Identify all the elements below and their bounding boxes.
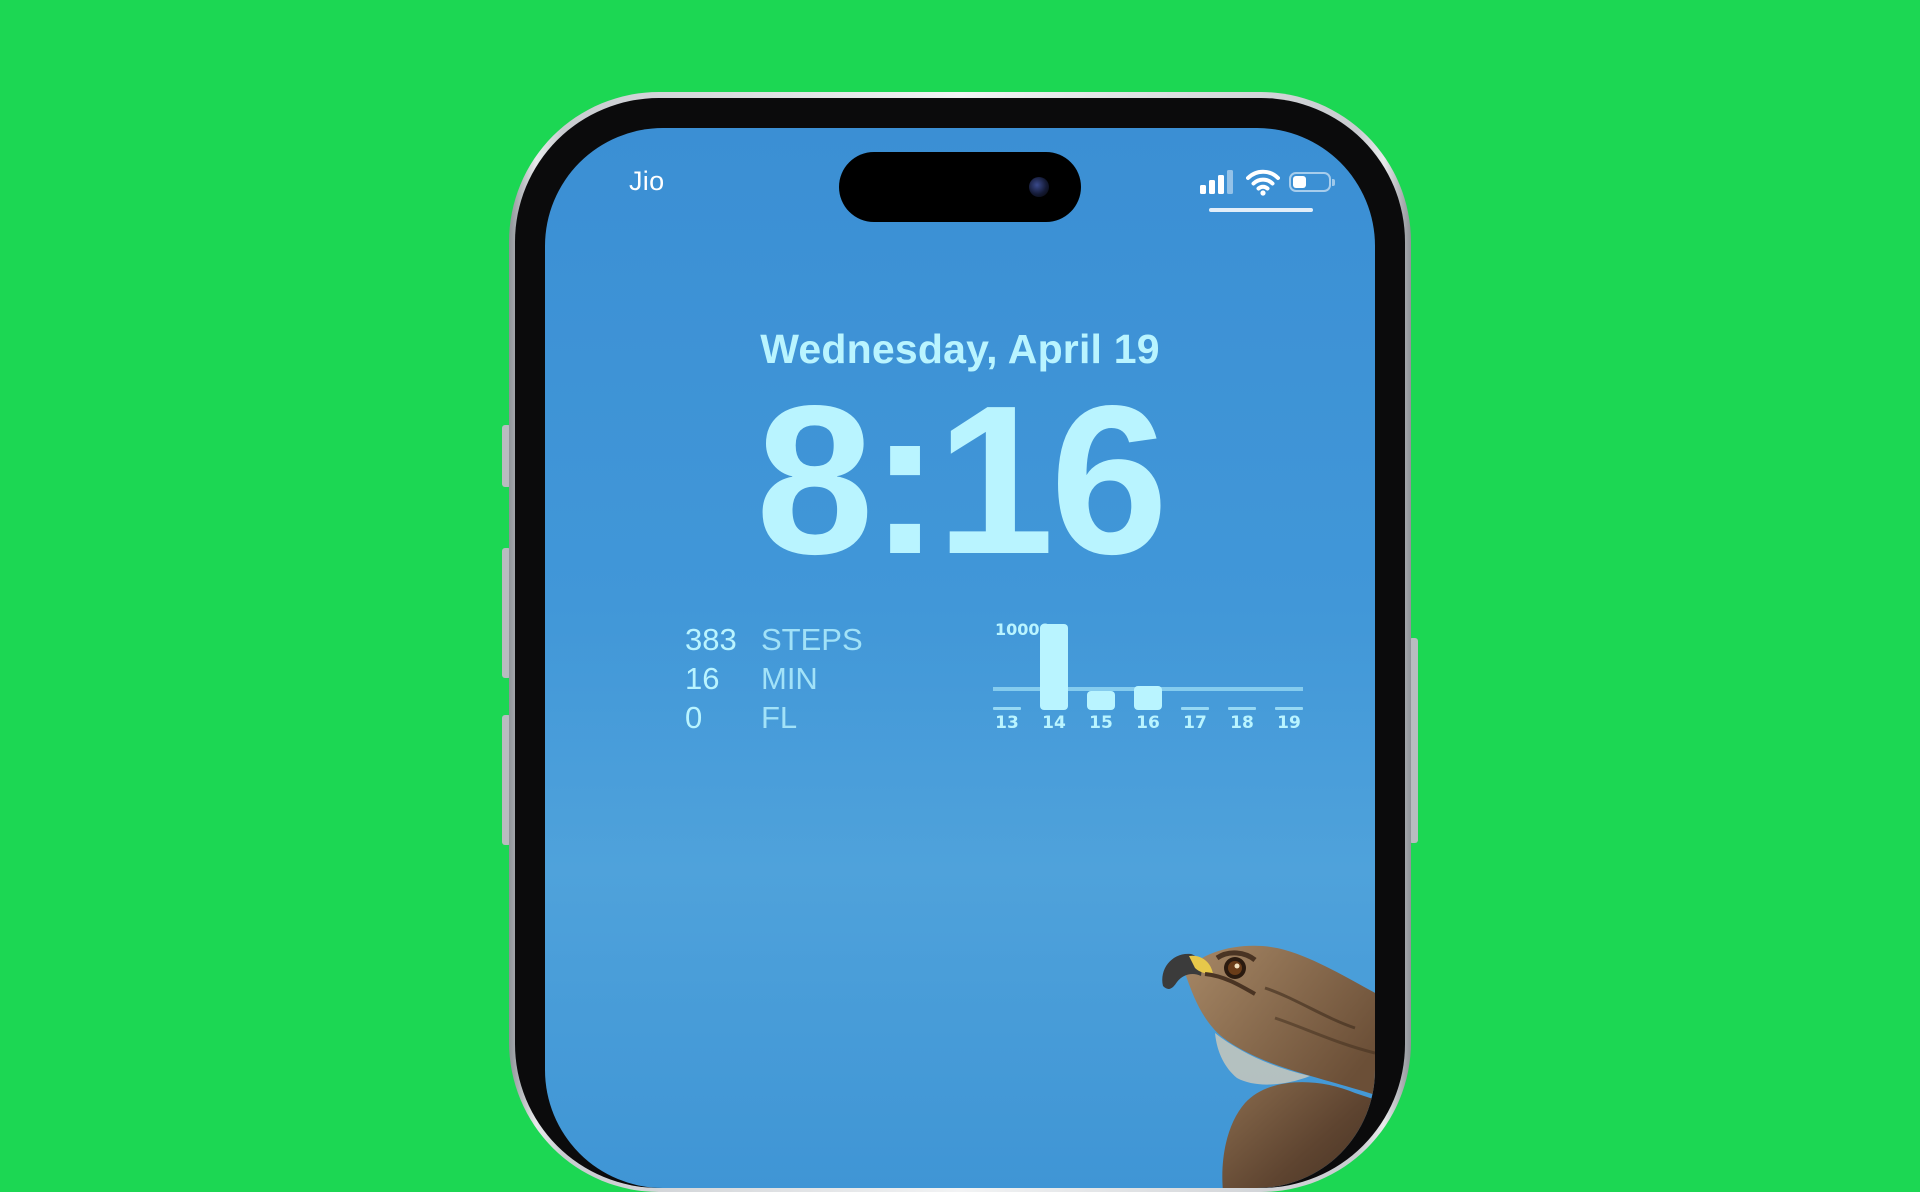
lock-screen-clock[interactable]: 8:16 [545, 374, 1375, 586]
floors-label: FL [761, 700, 798, 735]
control-center-indicator[interactable] [1209, 208, 1313, 212]
battery-level-fill [1293, 176, 1306, 188]
minutes-value: 16 [685, 661, 720, 696]
chart-day-label: 18 [1230, 713, 1254, 733]
minutes-label: MIN [761, 661, 818, 696]
chart-day-label: 15 [1089, 713, 1113, 733]
lock-screen[interactable]: Jio Wednesday, April 19 8:16 383 STEPS 1… [545, 128, 1375, 1188]
chart-day-label: 14 [1042, 713, 1066, 733]
chart-bar-15 [1087, 691, 1115, 710]
hawk-wallpaper-image [1162, 945, 1375, 1188]
steps-label: STEPS [761, 622, 863, 657]
chart-bar-18 [1228, 707, 1256, 710]
steps-value: 383 [685, 622, 737, 657]
chart-day-label: 13 [995, 713, 1019, 733]
chart-day-label: 16 [1136, 713, 1160, 733]
floors-value: 0 [685, 700, 703, 735]
chart-day-label: 19 [1277, 713, 1301, 733]
chart-day-label: 17 [1183, 713, 1207, 733]
chart-bar-13 [993, 707, 1021, 710]
wifi-icon [1246, 169, 1280, 196]
cellular-signal-icon [1200, 170, 1236, 194]
chart-bar-16 [1134, 685, 1162, 710]
dynamic-island [839, 152, 1081, 222]
chart-bar-19 [1275, 707, 1303, 710]
front-camera-icon [1029, 177, 1049, 197]
chart-bar-14 [1040, 624, 1068, 710]
steps-chart-widget[interactable]: 10000 13 14 15 16 17 18 19 [993, 618, 1333, 733]
battery-icon [1289, 172, 1331, 192]
battery-tip [1332, 179, 1335, 186]
carrier-name: Jio [629, 166, 665, 196]
chart-bar-17 [1181, 707, 1209, 710]
